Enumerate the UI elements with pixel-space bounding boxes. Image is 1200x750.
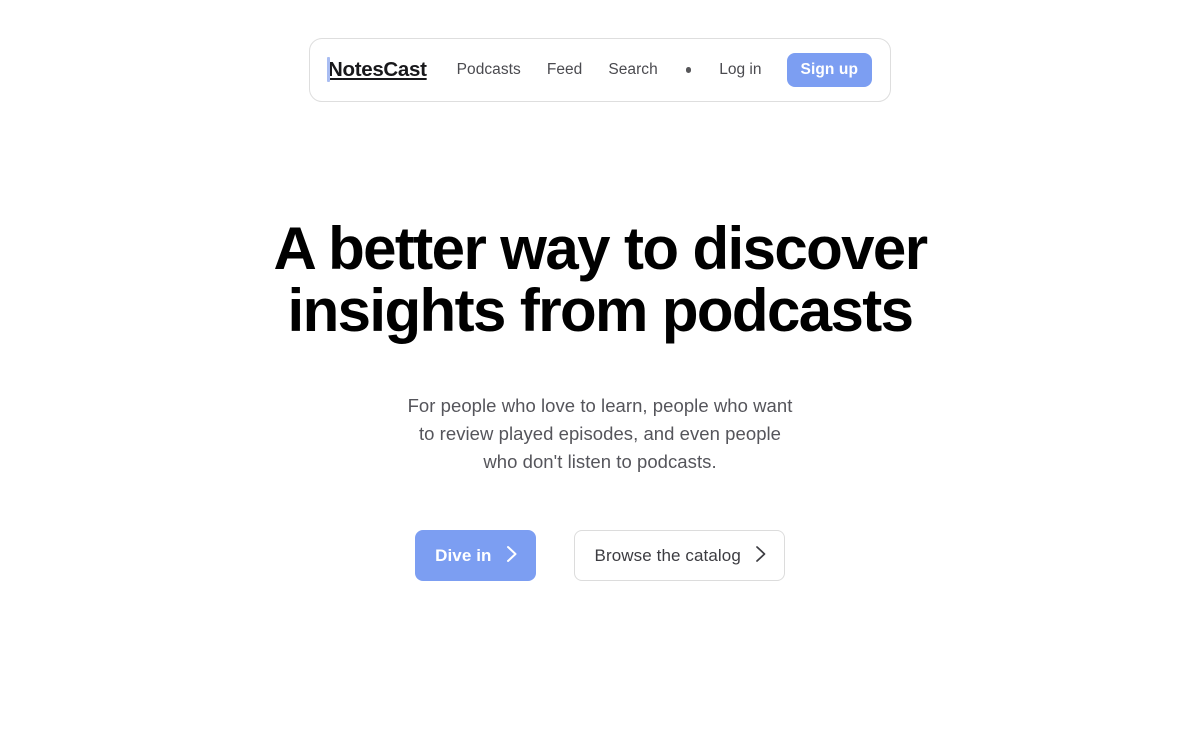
subtitle-line-1: For people who love to learn, people who… — [407, 395, 793, 416]
cta-row: Dive in Browse the catalog — [415, 530, 785, 581]
chevron-right-icon — [506, 545, 518, 566]
dive-in-button[interactable]: Dive in — [415, 530, 536, 581]
subtitle-line-2: to review played episodes, and even peop… — [418, 423, 782, 444]
page-title: A better way to discover insights from p… — [273, 215, 929, 344]
chevron-right-icon — [755, 545, 767, 566]
hero-subtitle: For people who love to learn, people who… — [408, 392, 793, 476]
subtitle-line-3: who don't listen to podcasts. — [483, 451, 717, 472]
hero-section: A better way to discover insights from p… — [0, 0, 1200, 581]
headline-line-1: A better way to discover — [273, 215, 929, 282]
browse-catalog-button[interactable]: Browse the catalog — [573, 530, 785, 581]
landing-page: NotesCast Podcasts Feed Search Log in Si… — [0, 0, 1200, 750]
browse-catalog-button-label: Browse the catalog — [594, 546, 741, 565]
headline-line-2: insights from podcasts — [287, 277, 914, 344]
dive-in-button-label: Dive in — [435, 546, 492, 565]
